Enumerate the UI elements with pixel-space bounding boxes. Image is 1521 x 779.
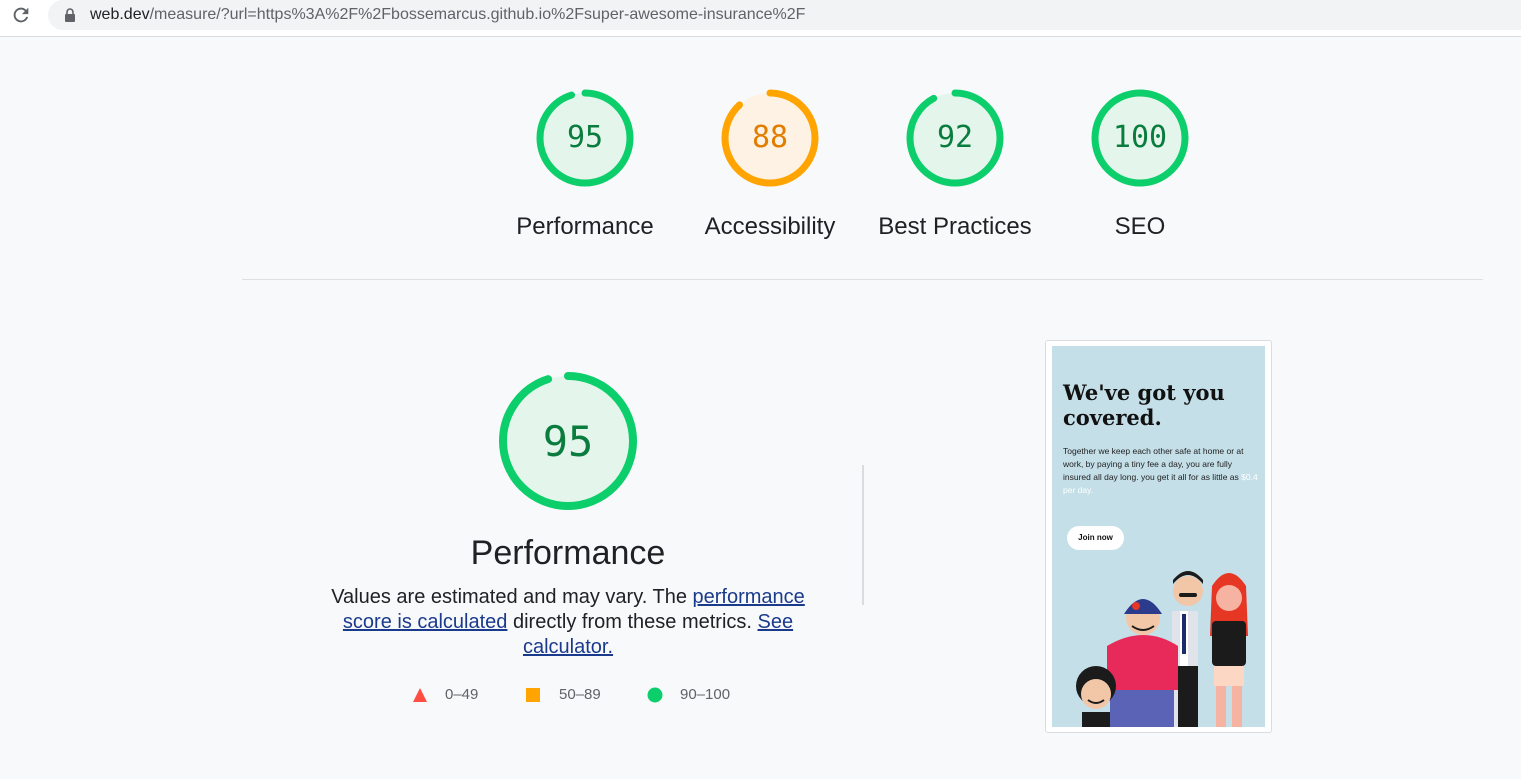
score-value: 100 (1112, 120, 1168, 155)
square-icon (526, 688, 540, 702)
screenshot-body-text: Together we keep each other safe at home… (1063, 446, 1244, 482)
url-host: web.dev (90, 6, 150, 23)
legend-range: 50–89 (559, 686, 601, 703)
screenshot-content: We've got you covered. Together we keep … (1052, 346, 1265, 727)
url-text[interactable]: web.dev/measure/?url=https%3A%2F%2Fbosse… (90, 5, 805, 25)
score-value: 95 (566, 120, 604, 155)
desc-text-1: Values are estimated and may vary. The (331, 586, 693, 608)
section-divider (242, 279, 1483, 280)
legend-range: 0–49 (445, 686, 479, 703)
score-label: SEO (1114, 213, 1166, 240)
screenshot-headline: We've got you covered. (1063, 380, 1225, 430)
gauge-best-practices[interactable]: 92 Best Practices (865, 86, 1045, 240)
performance-description: Values are estimated and may vary. The p… (318, 585, 818, 660)
score-label: Best Practices (878, 213, 1032, 240)
legend-range: 90–100 (680, 686, 731, 703)
score-label: Performance (516, 213, 654, 240)
screenshot-body: Together we keep each other safe at home… (1063, 445, 1258, 497)
performance-score: 95 (542, 417, 594, 466)
circle-icon (647, 687, 663, 703)
page-screenshot-thumbnail[interactable]: We've got you covered. Together we keep … (1045, 340, 1272, 733)
lock-icon (65, 8, 75, 22)
score-value: 92 (936, 120, 974, 155)
browser-toolbar: web.dev/measure/?url=https%3A%2F%2Fbosse… (0, 0, 1521, 37)
desc-text-2: directly from these metrics. (507, 611, 758, 633)
score-label: Accessibility (704, 213, 836, 240)
score-value: 88 (751, 120, 789, 155)
reload-icon[interactable] (10, 4, 32, 26)
url-path: /measure/?url=https%3A%2F%2Fbossemarcus.… (149, 6, 806, 23)
join-now-button: Join now (1067, 526, 1124, 550)
address-bar[interactable]: web.dev/measure/?url=https%3A%2F%2Fbosse… (48, 0, 1521, 30)
people-illustration (1076, 571, 1248, 727)
performance-title: Performance (470, 534, 666, 572)
triangle-icon (413, 688, 427, 702)
vertical-divider (862, 465, 864, 605)
gauge-performance[interactable]: 95 Performance (495, 86, 675, 240)
gauge-seo[interactable]: 100 SEO (1050, 86, 1230, 240)
gauge-accessibility[interactable]: 88 Accessibility (680, 86, 860, 240)
